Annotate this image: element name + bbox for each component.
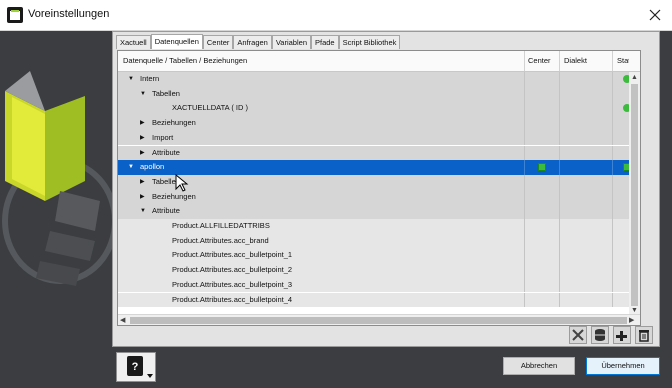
title-bar: Voreinstellungen xyxy=(0,0,672,31)
app-icon xyxy=(7,7,23,23)
column-header-dialekt[interactable]: Dialekt xyxy=(564,51,610,71)
ok-button[interactable]: Übernehmen xyxy=(586,357,660,375)
tree-row-label: Product.ALLFILLEDATTRIBS xyxy=(172,221,270,230)
settings-panel: Xactuell Datenquellen Center Anfragen Va… xyxy=(112,31,660,347)
tree-row-label: apollon xyxy=(140,162,165,172)
tab-datenquellen[interactable]: Datenquellen xyxy=(150,34,203,49)
tree-row-label: Product.Attributes.acc_brand xyxy=(172,235,269,245)
tree-row[interactable]: ▶ Beziehungen xyxy=(118,189,640,205)
tree-row[interactable]: ▶ Import xyxy=(118,130,640,146)
tree-row[interactable]: Product.Attributes.acc_bulletpoint_1 xyxy=(118,248,640,264)
tab-variablen[interactable]: Variablen xyxy=(271,35,311,49)
datasource-tree-grid[interactable]: Datenquelle / Tabellen / Beziehungen Cen… xyxy=(117,50,641,326)
tree-row[interactable]: Product.ALLFILLEDATTRIBS xyxy=(118,219,640,234)
tree-row-label: Beziehungen xyxy=(152,118,196,128)
tree-row[interactable]: ▼ Attribute xyxy=(118,204,640,219)
collapse-arrow-icon[interactable]: ▼ xyxy=(140,204,146,219)
mouse-cursor-icon xyxy=(175,174,189,192)
window-title: Voreinstellungen xyxy=(28,8,110,20)
tree-row[interactable]: Product.Attributes.acc_bulletpoint_2 xyxy=(118,263,640,278)
horizontal-scrollbar[interactable]: ◀ ▶ xyxy=(118,314,640,325)
tab-xactuell[interactable]: Xactuell xyxy=(116,35,151,49)
cancel-button[interactable]: Abbrechen xyxy=(503,357,575,375)
vertical-scrollbar[interactable]: ▲ ▼ xyxy=(629,72,640,317)
database-icon xyxy=(595,329,605,341)
tab-center[interactable]: Center xyxy=(202,35,234,49)
tab-anfragen[interactable]: Anfragen xyxy=(233,35,272,49)
scroll-right-icon[interactable]: ▶ xyxy=(629,315,634,325)
expand-arrow-icon[interactable]: ▶ xyxy=(140,146,145,161)
collapse-arrow-icon[interactable]: ▼ xyxy=(140,87,146,102)
tree-row[interactable]: ▶ Attribute xyxy=(118,145,640,161)
delete-button[interactable] xyxy=(635,326,653,344)
tree-row[interactable]: Product.Attributes.acc_bulletpoint_3 xyxy=(118,277,640,293)
tree-row-label: Attribute xyxy=(152,147,180,157)
expand-arrow-icon[interactable]: ▶ xyxy=(140,131,145,146)
scroll-left-icon[interactable]: ◀ xyxy=(120,315,125,325)
add-icon xyxy=(616,331,627,341)
column-header-datasource[interactable]: Datenquelle / Tabellen / Beziehungen xyxy=(123,51,523,71)
tree-row-label: Product.Attributes.acc_bulletpoint_4 xyxy=(172,294,293,304)
collapse-arrow-icon[interactable]: ▼ xyxy=(128,160,134,175)
trash-icon xyxy=(639,330,649,342)
tree-row-label: Product.Attributes.acc_bulletpoint_1 xyxy=(172,250,293,260)
expand-arrow-icon[interactable]: ▶ xyxy=(140,175,145,190)
expand-arrow-icon[interactable]: ▶ xyxy=(140,116,145,131)
tree-row-label: Intern xyxy=(140,74,160,83)
database-button[interactable] xyxy=(591,326,609,344)
help-manual-button[interactable]: ? xyxy=(116,352,156,382)
tree-row-label: XACTUELLDATA ( ID ) xyxy=(172,103,248,113)
tab-pfade[interactable]: Pfade xyxy=(311,35,339,49)
expand-arrow-icon[interactable]: ▶ xyxy=(140,190,145,205)
tree-row[interactable]: ▼ apollon xyxy=(118,160,640,175)
tree-row-label: Tabellen xyxy=(152,88,180,98)
collapse-arrow-icon[interactable]: ▼ xyxy=(128,72,134,87)
tools-button[interactable] xyxy=(569,326,587,344)
close-icon[interactable] xyxy=(645,6,665,24)
tree-row[interactable]: ▼ Tabellen xyxy=(118,86,640,102)
column-header-center[interactable]: Center xyxy=(528,51,562,71)
horizontal-scroll-thumb[interactable] xyxy=(130,317,627,324)
tree-row[interactable]: Product.Attributes.acc_bulletpoint_4 xyxy=(118,292,640,308)
tab-bar: Xactuell Datenquellen Center Anfragen Va… xyxy=(116,34,401,49)
tab-script-bibliothek[interactable]: Script Bibliothek xyxy=(338,35,401,49)
tree-row[interactable]: Product.Attributes.acc_brand xyxy=(118,233,640,249)
svg-text:?: ? xyxy=(132,361,139,373)
tree-row-label: Import xyxy=(152,132,174,142)
book-logo-illustration xyxy=(0,31,112,347)
column-header-status[interactable]: Status xyxy=(617,51,629,71)
tree-row[interactable]: ▶ Beziehungen xyxy=(118,116,640,131)
tree-row-label: Product.Attributes.acc_bulletpoint_2 xyxy=(172,265,293,275)
grid-header: Datenquelle / Tabellen / Beziehungen Cen… xyxy=(118,51,640,72)
tree-row[interactable]: ▶ Tabellen xyxy=(118,174,640,190)
vertical-scroll-thumb[interactable] xyxy=(631,84,638,306)
center-status-icon xyxy=(538,163,546,172)
add-button[interactable] xyxy=(613,326,631,344)
tree-row[interactable]: XACTUELLDATA ( ID ) xyxy=(118,101,640,117)
help-manual-icon: ? xyxy=(127,356,153,378)
tree-row-label: Product.Attributes.acc_bulletpoint_3 xyxy=(172,279,293,289)
tree-rows: ▼ Intern ▼ Tabellen XACTUELLDATA ( ID ) ▶ Bezi… xyxy=(118,72,640,310)
tree-row-label: Beziehungen xyxy=(152,191,196,201)
tools-icon xyxy=(572,329,584,341)
scroll-up-icon[interactable]: ▲ xyxy=(631,72,638,83)
tree-row-label: Attribute xyxy=(152,206,180,216)
tree-row[interactable]: ▼ Intern xyxy=(118,72,640,87)
